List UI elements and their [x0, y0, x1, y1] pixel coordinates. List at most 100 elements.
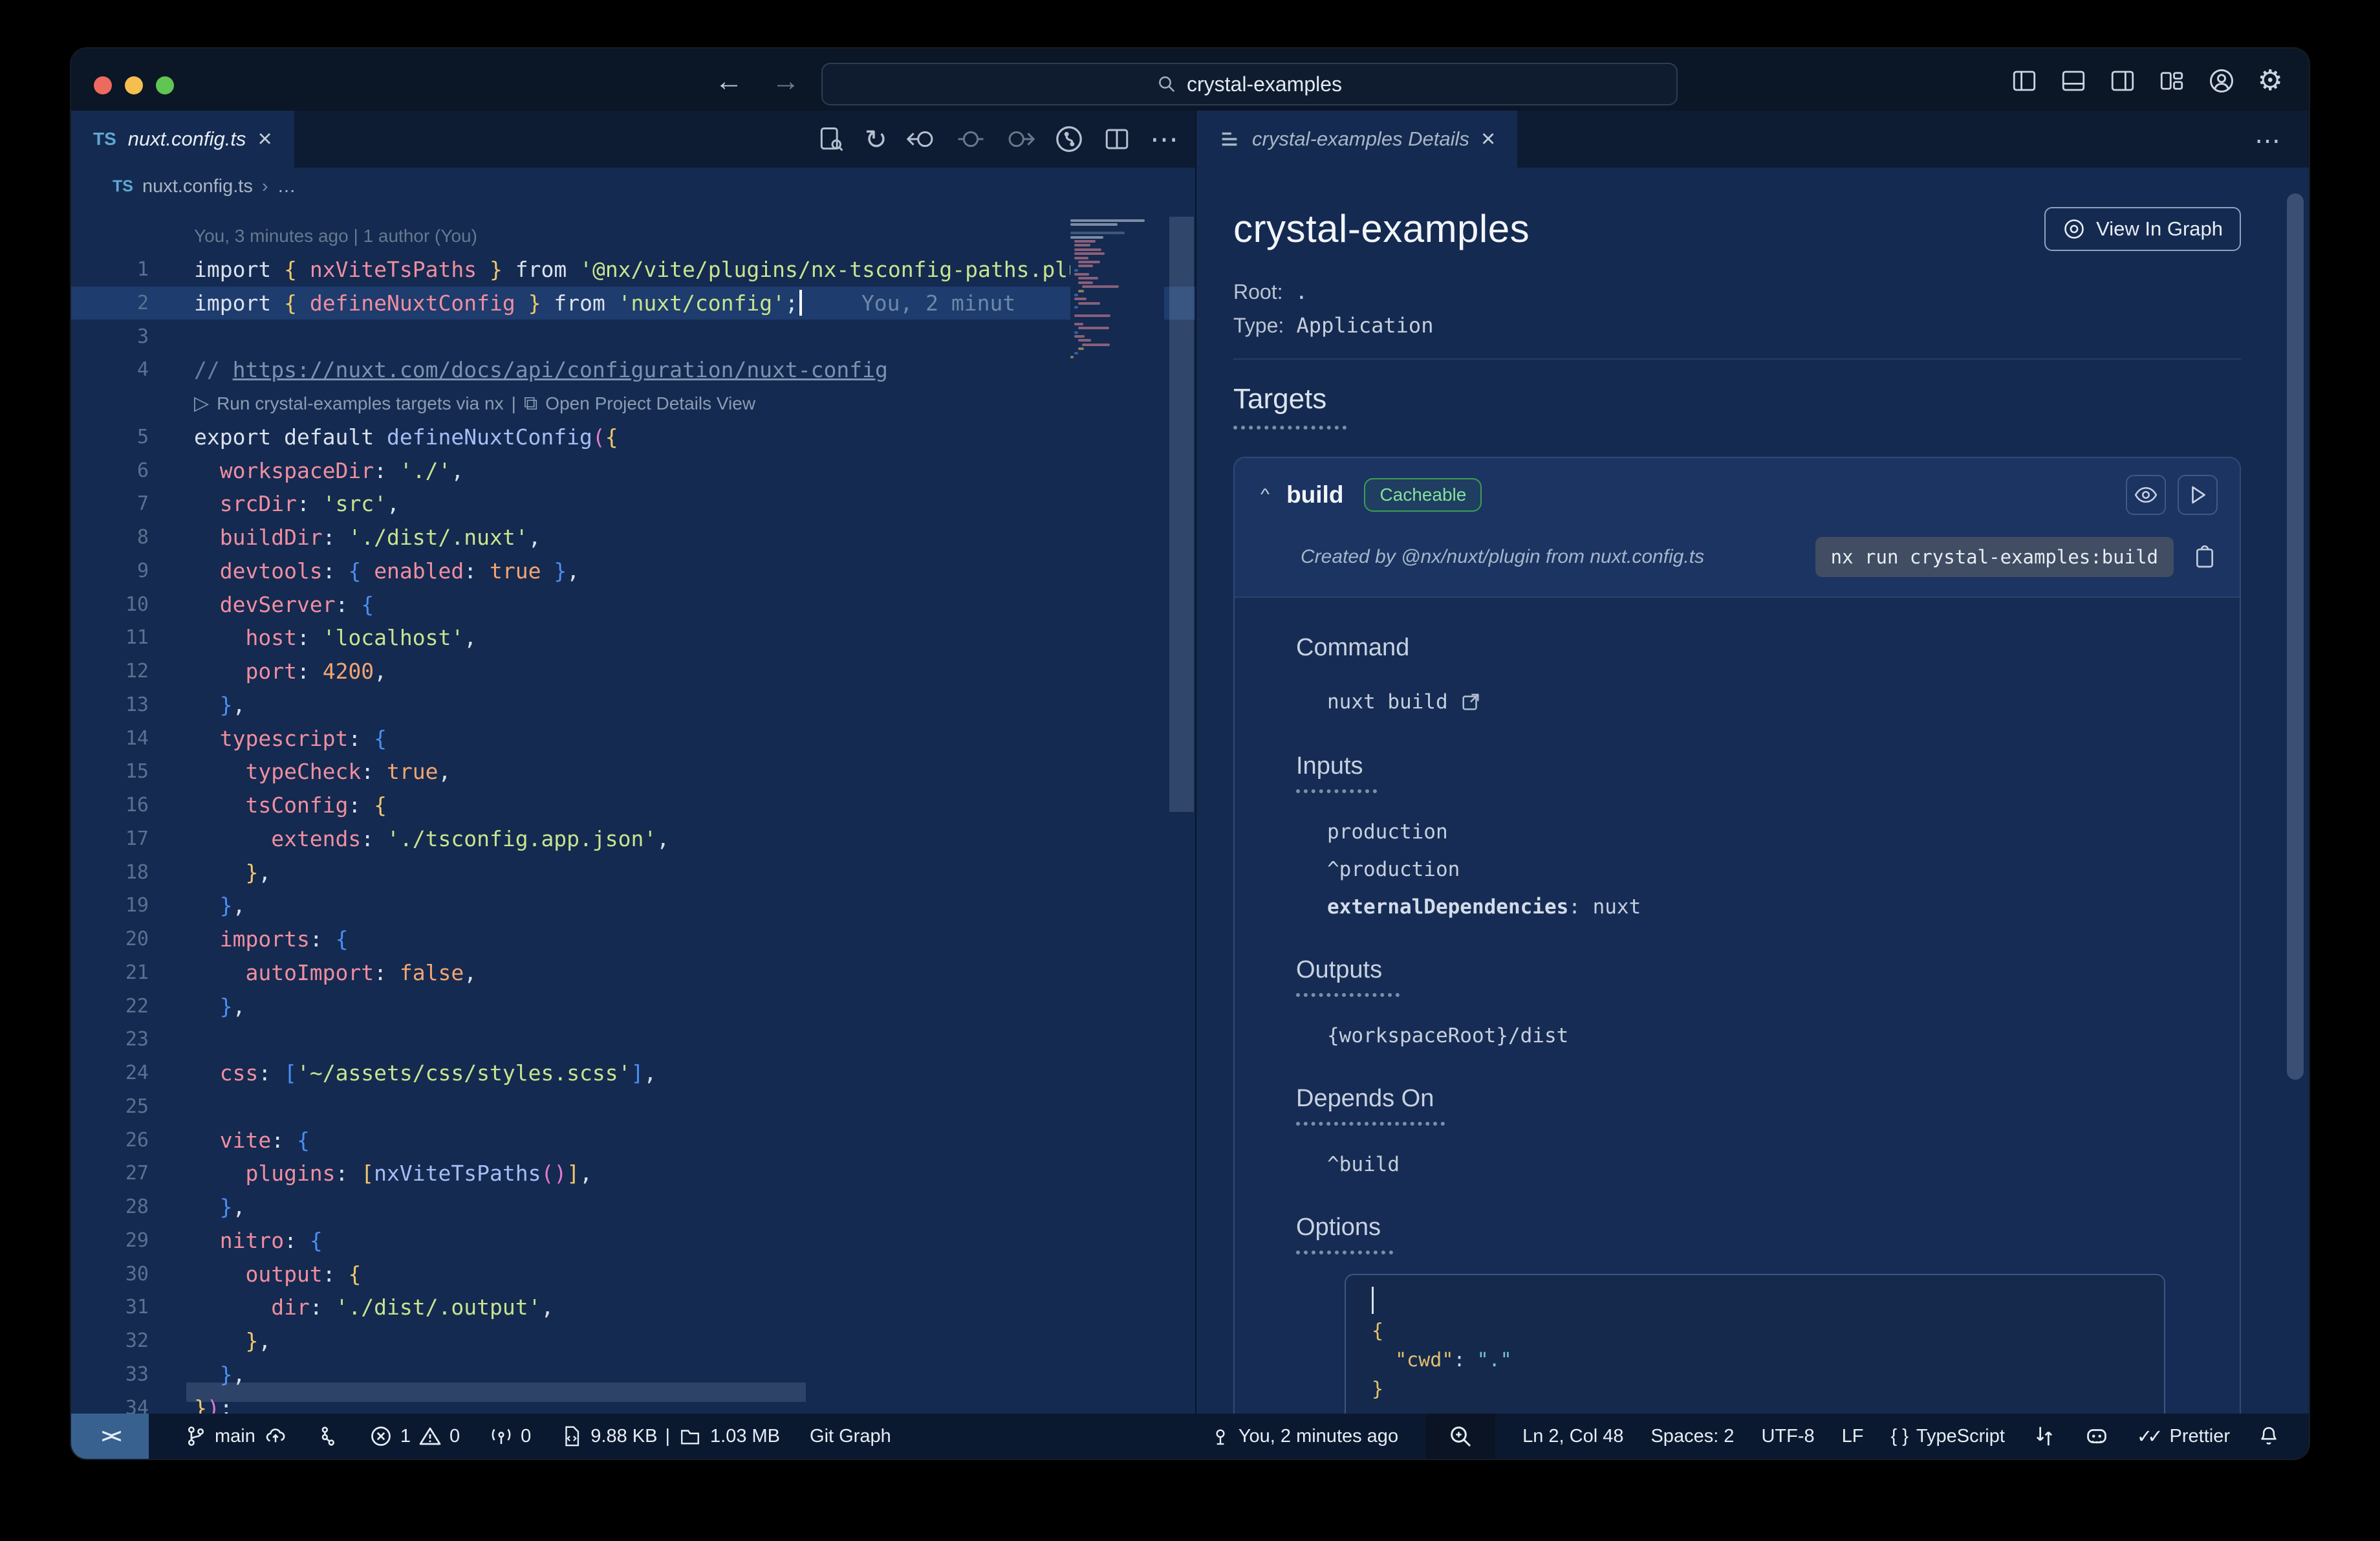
previous-change-icon[interactable] — [907, 125, 936, 153]
settings-gear-icon[interactable]: ⚙ — [2258, 64, 2283, 97]
run-target-button[interactable] — [2178, 475, 2218, 515]
minimize-window-button[interactable] — [125, 76, 143, 94]
code-line[interactable]: 26 vite: { — [71, 1123, 1195, 1157]
collapse-chevron-icon[interactable]: ^ — [1260, 486, 1270, 503]
code-line[interactable]: 1 import { nxViteTsPaths } from '@nx/vite… — [71, 253, 1195, 287]
code-line[interactable]: 16 tsConfig: { — [71, 789, 1195, 822]
blame-item[interactable]: You, 2 minutes ago — [1210, 1414, 1398, 1459]
code-line[interactable]: 9 devtools: { enabled: true }, — [71, 554, 1195, 588]
git-branch-item[interactable]: main — [185, 1414, 288, 1459]
command-center-search[interactable]: crystal-examples — [821, 63, 1678, 105]
open-details-icon: ⧉ — [523, 392, 538, 414]
panel-scrollbar[interactable] — [2287, 193, 2304, 1080]
remote-indicator[interactable]: >< — [71, 1414, 149, 1459]
code-line[interactable]: 25 — [71, 1090, 1195, 1124]
external-link-icon[interactable] — [1460, 691, 1482, 713]
split-editor-icon[interactable] — [1103, 126, 1130, 153]
code-line[interactable]: 6 workspaceDir: './', — [71, 454, 1195, 487]
breadcrumb-symbol[interactable]: … — [277, 176, 296, 197]
open-changes-icon[interactable] — [817, 125, 845, 153]
file-size-item[interactable]: 9.88 KB | 1.03 MB — [561, 1414, 780, 1459]
code-line[interactable]: 32}, — [71, 1324, 1195, 1358]
toggle-secondary-sidebar-icon[interactable] — [2109, 67, 2136, 94]
depends-item: ^build — [1327, 1153, 1400, 1176]
code-line[interactable]: 23 — [71, 1023, 1195, 1056]
code-line[interactable]: 19}, — [71, 889, 1195, 923]
maximize-window-button[interactable] — [156, 76, 174, 94]
git-graph-item[interactable]: Git Graph — [810, 1426, 891, 1447]
line-number: 21 — [125, 961, 149, 984]
code-line[interactable]: 18}, — [71, 855, 1195, 889]
code-line[interactable]: 10 devServer: { — [71, 587, 1195, 621]
code-editor[interactable]: You, 3 minutes ago | 1 author (You) 1 impo… — [71, 205, 1195, 1414]
cursor-position-item[interactable]: Ln 2, Col 48 — [1522, 1426, 1623, 1447]
encoding-item[interactable]: UTF-8 — [1761, 1426, 1814, 1447]
code-line[interactable]: 31 dir: './dist/.output', — [71, 1291, 1195, 1324]
code-line[interactable]: 12 port: 4200, — [71, 655, 1195, 688]
navigate-back-icon[interactable]: ← — [715, 65, 743, 98]
problems-item[interactable]: 1 0 — [369, 1414, 460, 1459]
code-line[interactable]: 30 output: { — [71, 1257, 1195, 1291]
code-line[interactable]: 27 plugins: [nxViteTsPaths()], — [71, 1157, 1195, 1190]
ports-item[interactable]: 0 — [490, 1414, 531, 1459]
text-cursor — [1372, 1287, 1374, 1314]
change-marker-icon[interactable] — [956, 125, 986, 153]
breadcrumb-file[interactable]: nuxt.config.ts — [142, 176, 253, 197]
account-icon[interactable] — [2207, 67, 2236, 95]
navigate-forward-icon[interactable]: → — [772, 65, 800, 98]
code-line[interactable]: 22}, — [71, 989, 1195, 1023]
code-line[interactable]: 3 — [71, 320, 1195, 353]
zoom-status-item[interactable] — [1425, 1414, 1496, 1459]
git-graph-branch-icon[interactable] — [318, 1424, 340, 1448]
notifications-bell-icon[interactable] — [2257, 1424, 2280, 1448]
view-in-graph-button[interactable]: View In Graph — [2044, 206, 2241, 251]
code-line[interactable]: 5 export default defineNuxtConfig({ — [71, 421, 1195, 454]
code-line[interactable]: 11 host: 'localhost', — [71, 621, 1195, 655]
editor-pane: TS nuxt.config.ts × ↻ ⋯ TS nuxt.config.t… — [71, 111, 1195, 1414]
close-window-button[interactable] — [94, 76, 112, 94]
indentation-item[interactable]: Spaces: 2 — [1650, 1426, 1734, 1447]
more-actions-icon[interactable]: ⋯ — [1150, 123, 1178, 156]
copilot-icon[interactable] — [2084, 1424, 2110, 1448]
copy-clipboard-icon[interactable] — [2192, 543, 2218, 571]
editor-vertical-scrollbar[interactable] — [1169, 217, 1194, 812]
code-line[interactable]: 29 nitro: { — [71, 1224, 1195, 1258]
editor-horizontal-scrollbar[interactable] — [186, 1383, 806, 1402]
code-line[interactable]: 8 buildDir: './dist/.nuxt', — [71, 521, 1195, 554]
blame-annotation[interactable]: You, 3 minutes ago | 1 author (You) — [71, 219, 1195, 253]
more-actions-icon[interactable]: ⋯ — [2255, 126, 2280, 156]
tab-nuxt-config[interactable]: TS nuxt.config.ts × — [71, 111, 294, 168]
divider — [1233, 358, 2241, 360]
compare-changes-icon[interactable] — [2032, 1424, 2057, 1448]
code-line[interactable]: 7 srcDir: 'src', — [71, 487, 1195, 521]
view-target-button[interactable] — [2126, 475, 2166, 515]
customize-layout-icon[interactable] — [2158, 67, 2185, 94]
code-line[interactable]: 2 import { defineNuxtConfig } from 'nuxt/… — [71, 286, 1195, 320]
code-line[interactable]: 13}, — [71, 688, 1195, 722]
tab-project-details[interactable]: crystal-examples Details × — [1196, 111, 1518, 168]
code-line[interactable]: 28}, — [71, 1190, 1195, 1224]
code-line[interactable]: 15 typeCheck: true, — [71, 755, 1195, 789]
codelens-row[interactable]: ▷ Run crystal-examples targets via nx | ⧉ Op… — [71, 387, 1195, 421]
code-line[interactable]: 14 typescript: { — [71, 721, 1195, 755]
code-line[interactable]: 24 css: ['~/assets/css/styles.scss'], — [71, 1056, 1195, 1090]
options-json-editor[interactable]: { "cwd": "." } — [1345, 1274, 2165, 1414]
refresh-icon[interactable]: ↻ — [865, 124, 887, 155]
code-line[interactable]: 21 autoImport: false, — [71, 956, 1195, 990]
code-line[interactable]: 4// https://nuxt.com/docs/api/configurat… — [71, 353, 1195, 387]
git-graph-circle-icon[interactable] — [1054, 124, 1084, 154]
close-tab-icon[interactable]: × — [257, 127, 272, 151]
code-line[interactable]: 20 imports: { — [71, 923, 1195, 956]
breadcrumb[interactable]: TS nuxt.config.ts › … — [71, 168, 1195, 205]
language-mode-item[interactable]: { } TypeScript — [1890, 1414, 2004, 1459]
close-tab-icon[interactable]: × — [1481, 127, 1495, 151]
run-command-chip[interactable]: nx run crystal-examples:build — [1815, 537, 2174, 577]
code-line[interactable]: 17 extends: './tsconfig.app.json', — [71, 822, 1195, 856]
editor-actions: ↻ ⋯ — [817, 111, 1178, 168]
minimap[interactable] — [1070, 217, 1164, 360]
toggle-panel-icon[interactable] — [2060, 67, 2087, 94]
eol-item[interactable]: LF — [1842, 1426, 1864, 1447]
next-change-icon[interactable] — [1005, 125, 1035, 153]
toggle-primary-sidebar-icon[interactable] — [2011, 67, 2038, 94]
prettier-item[interactable]: ✓✓ Prettier — [2137, 1414, 2230, 1459]
